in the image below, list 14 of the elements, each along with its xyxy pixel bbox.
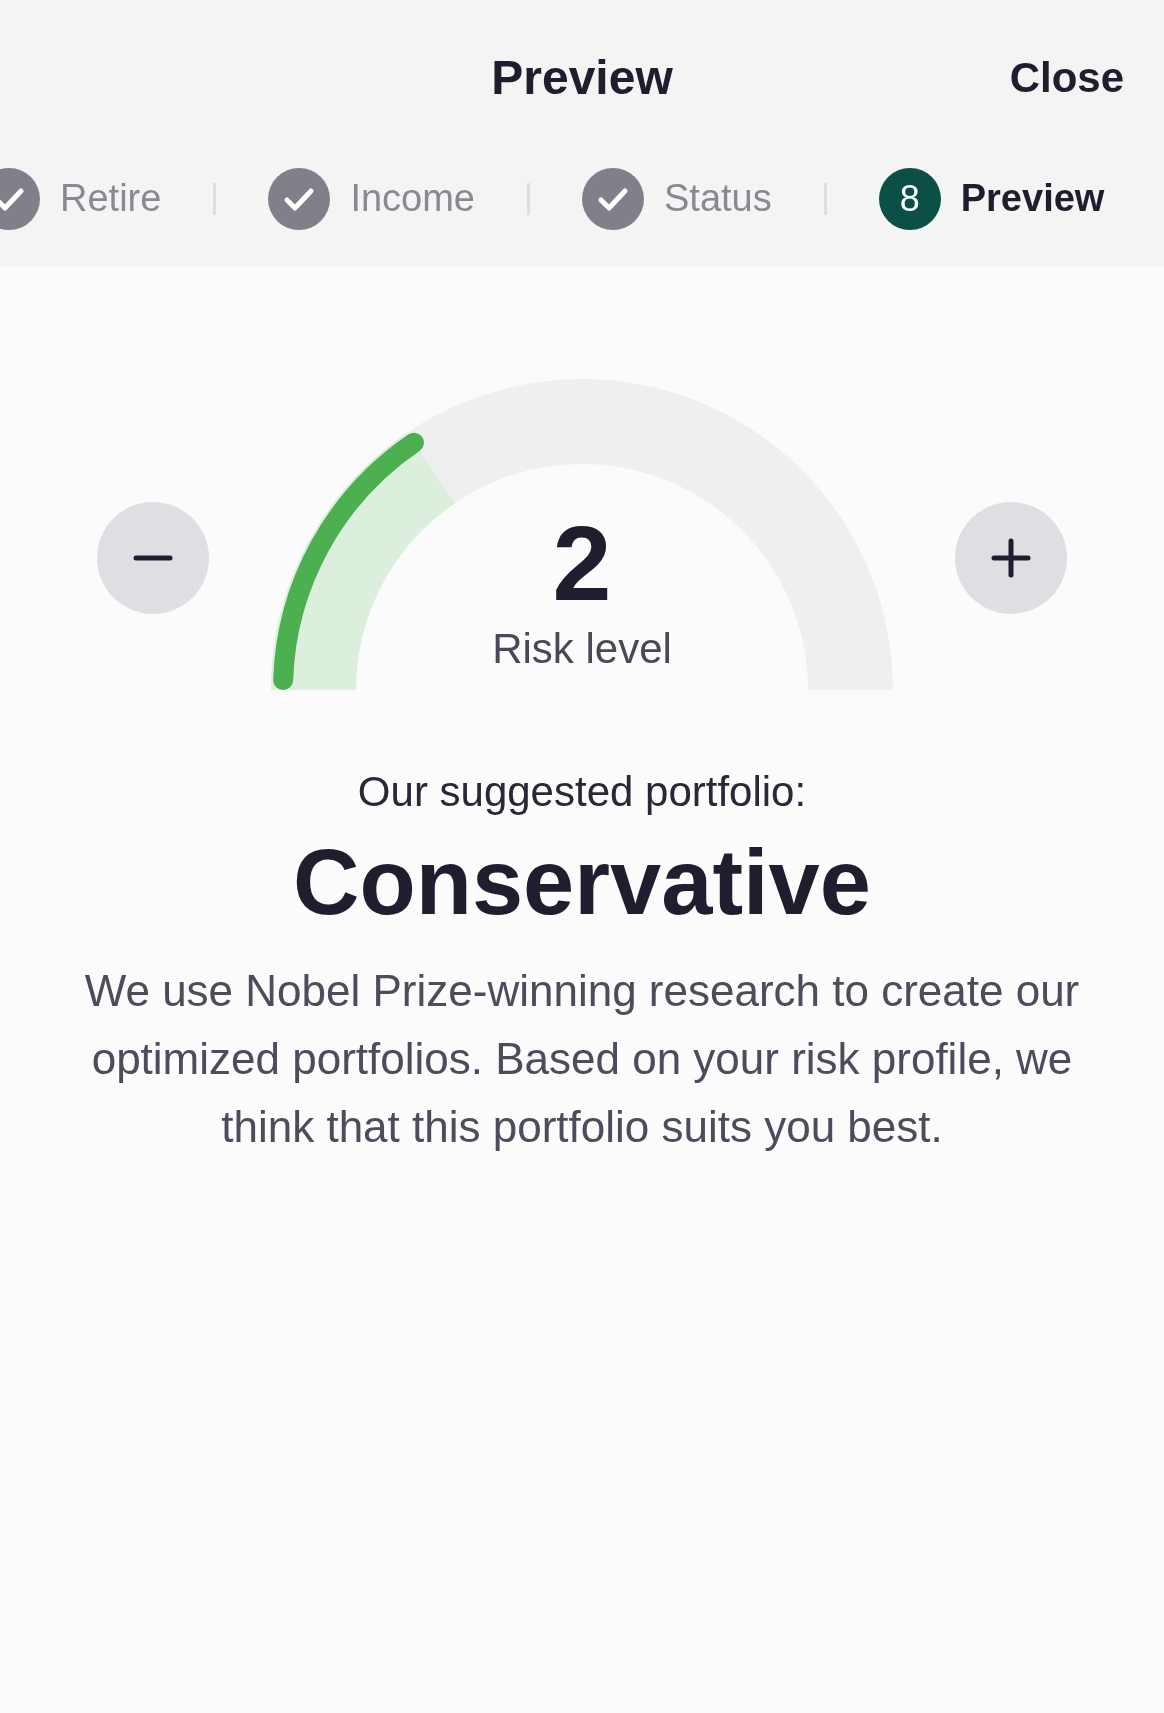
step-label: Status [664,176,772,222]
portfolio-description: We use Nobel Prize-winning research to create our optimized portfolios. Based on your risk profile, we think that this portfolio suits you best. [83,965,1081,1153]
page-title: Preview [491,50,673,106]
plus-icon [991,538,1031,578]
step-label: Income [350,176,475,222]
suggestion-intro: Our suggested portfolio: [357,767,807,817]
portfolio-name: Conservative [293,830,871,935]
minus-icon [133,555,173,561]
step-number: 8 [878,168,941,230]
step-label: Preview [960,176,1105,222]
step-label: Retire [60,176,162,222]
risk-label: Risk level [492,624,672,674]
risk-value: 2 [552,511,612,615]
close-button[interactable]: Close [1009,53,1124,103]
